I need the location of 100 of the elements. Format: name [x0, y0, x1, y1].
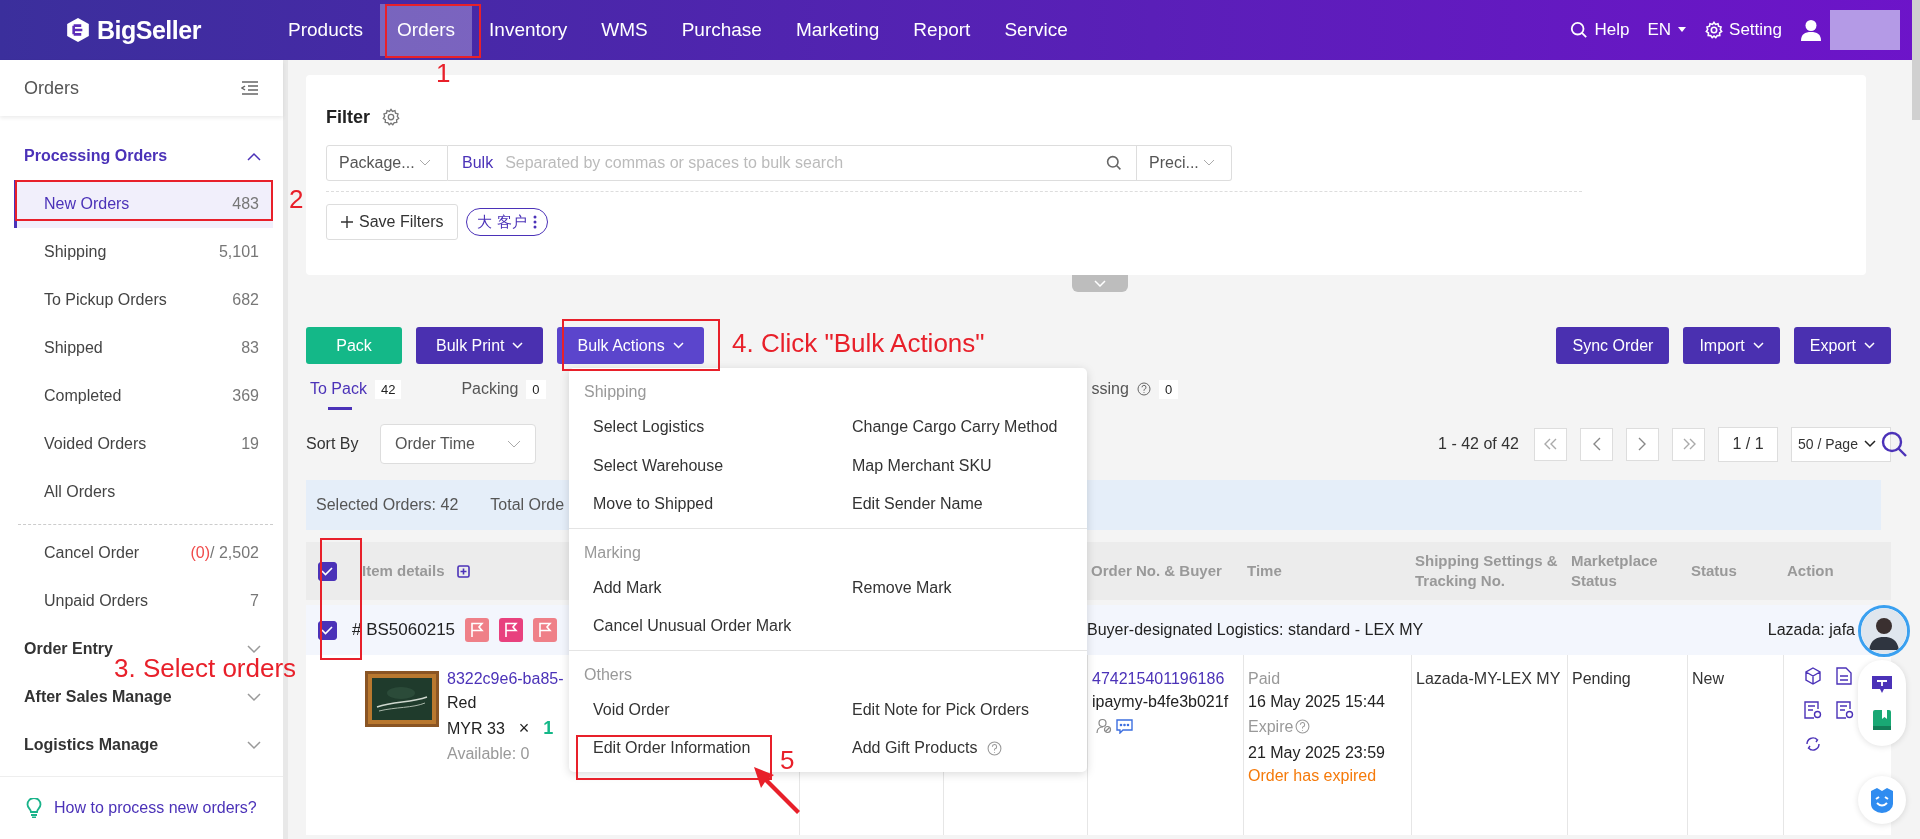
chat-icon[interactable]: [1116, 718, 1133, 734]
menu-item[interactable]: Add Mark: [569, 568, 668, 607]
help-link[interactable]: How to process new orders?: [54, 799, 257, 817]
caret-icon: [1677, 26, 1688, 34]
menu-item[interactable]: Void Order: [569, 690, 676, 729]
menu-item[interactable]: Select Warehouse: [569, 446, 730, 485]
field-select[interactable]: Package...: [326, 145, 448, 181]
menu-item[interactable]: Add Gift Products: [828, 729, 1009, 768]
menu-item[interactable]: Change Cargo Carry Method: [828, 408, 1064, 447]
selected-count: Selected Orders: 42: [316, 496, 459, 514]
sidebar-item[interactable]: Voided Orders 19: [14, 420, 273, 468]
menu-item[interactable]: Edit Sender Name: [828, 485, 989, 524]
column-header: Time: [1247, 561, 1282, 579]
user-icon[interactable]: [1096, 718, 1112, 735]
menu-section-title: Shipping: [583, 382, 648, 402]
search-field[interactable]: Bulk Separated by commas or spaces to bulk search: [448, 145, 1137, 181]
page-input[interactable]: 1 / 1: [1718, 426, 1778, 462]
settings-icon[interactable]: [382, 108, 400, 126]
sidebar-item[interactable]: Shipped 83: [14, 324, 273, 372]
language-select[interactable]: EN: [1647, 20, 1688, 40]
sidebar-item[interactable]: Completed 369: [14, 372, 273, 420]
flag-icon[interactable]: [499, 618, 524, 642]
status-tab[interactable]: To Pack 42: [306, 374, 406, 410]
sidebar-item[interactable]: All Orders: [14, 468, 273, 516]
help-link[interactable]: Help: [1570, 20, 1630, 40]
caret-icon: [507, 440, 521, 448]
dropdown-button[interactable]: Export: [1793, 327, 1891, 364]
package-icon[interactable]: [1804, 667, 1822, 685]
help-icon[interactable]: [1295, 719, 1311, 735]
annotation-arrow: [754, 767, 800, 814]
caret-icon: [1864, 342, 1875, 349]
checkmark-icon: [321, 625, 333, 635]
logo-icon: [65, 17, 91, 43]
document-icon[interactable]: [1836, 667, 1852, 685]
help-icon[interactable]: [1136, 382, 1151, 396]
sidebar-group[interactable]: Logistics Manage: [24, 737, 159, 753]
sidebar-group[interactable]: After Sales Manage: [24, 689, 172, 705]
nav-item[interactable]: Marketing: [778, 4, 897, 56]
menu-item[interactable]: Edit Note for Pick Orders: [828, 690, 1035, 729]
column-header: Status: [1691, 561, 1737, 579]
column-header: Item details: [362, 560, 445, 581]
edit-list-icon[interactable]: [1836, 701, 1854, 719]
status-tab[interactable]: ssing 0: [1087, 374, 1183, 410]
status-tab[interactable]: Packing 0: [457, 374, 550, 410]
book-icon[interactable]: [1871, 709, 1893, 732]
save-filters-button[interactable]: Save Filters: [326, 204, 459, 240]
menu-item[interactable]: Move to Shipped: [569, 485, 720, 524]
action-button[interactable]: Sync Order: [1556, 327, 1670, 364]
annotation-label: 3. Select orders: [114, 655, 297, 681]
caret-icon: [672, 342, 684, 349]
menu-section-title: Others: [583, 664, 633, 685]
flag-icon[interactable]: [465, 618, 490, 642]
sidebar-item[interactable]: New Orders 483: [14, 180, 273, 228]
nav-item[interactable]: Products: [271, 4, 380, 56]
sidebar-item[interactable]: To Pickup Orders 682: [14, 276, 273, 324]
dropdown-button[interactable]: Bulk Print: [416, 327, 544, 364]
dropdown-button[interactable]: Import: [1683, 327, 1780, 364]
chat-icon[interactable]: [1871, 674, 1893, 695]
nav-item[interactable]: Orders: [380, 4, 473, 56]
search-input[interactable]: Separated by commas or spaces to bulk search: [503, 153, 1096, 173]
order-link[interactable]: 474215401196186: [1092, 667, 1243, 691]
menu-item[interactable]: Remove Mark: [828, 568, 958, 607]
edit-list-icon[interactable]: [1804, 701, 1822, 719]
dropdown-button[interactable]: Bulk Actions: [557, 327, 704, 364]
menu-item[interactable]: Map Merchant SKU: [828, 446, 998, 485]
search-icon[interactable]: [1106, 155, 1122, 171]
sidebar-item[interactable]: Unpaid Orders 7: [14, 577, 273, 625]
expand-icon[interactable]: [456, 564, 470, 578]
help-icon[interactable]: [987, 740, 1003, 756]
caret-icon: [1752, 342, 1764, 349]
sort-select[interactable]: Order Time: [380, 424, 536, 464]
nav-item[interactable]: Report: [896, 4, 988, 56]
page-size-select[interactable]: 50 / Page: [1791, 426, 1891, 462]
menu-item[interactable]: Select Logistics: [569, 408, 711, 447]
sidebar-item[interactable]: Cancel Order (0)/ 2,502: [14, 529, 273, 577]
scrollbar[interactable]: [1912, 0, 1920, 120]
nav-item[interactable]: Service: [987, 4, 1085, 56]
sidebar-item[interactable]: Shipping 5,101: [14, 228, 273, 276]
nav-item[interactable]: WMS: [584, 4, 665, 56]
menu-item[interactable]: Edit Order Information: [569, 729, 757, 768]
nav-item[interactable]: Inventory: [472, 4, 585, 56]
collapse-icon[interactable]: [241, 81, 259, 95]
sidebar-group[interactable]: Processing Orders: [24, 148, 168, 164]
bulk-label: Bulk: [462, 154, 494, 172]
refresh-icon[interactable]: [1804, 735, 1822, 753]
user-icon[interactable]: [1800, 19, 1822, 41]
logo-text[interactable]: BigSeller: [97, 15, 201, 45]
product-link[interactable]: 8322c9e6-ba85-: [447, 667, 564, 691]
more-icon[interactable]: [533, 215, 538, 229]
flag-icon[interactable]: [533, 618, 558, 642]
menu-item[interactable]: Cancel Unusual Order Mark: [569, 607, 798, 646]
column-header: Order No. & Buyer: [1091, 561, 1222, 579]
assistant-button[interactable]: [1858, 776, 1906, 824]
sidebar-group[interactable]: Order Entry: [24, 641, 113, 657]
nav-item[interactable]: Purchase: [664, 4, 779, 56]
setting-link[interactable]: Setting: [1705, 20, 1782, 40]
match-select[interactable]: Preci...: [1137, 145, 1232, 181]
caret-icon[interactable]: [247, 151, 261, 161]
support-avatar[interactable]: [1858, 605, 1910, 657]
search-icon[interactable]: [1880, 430, 1908, 458]
